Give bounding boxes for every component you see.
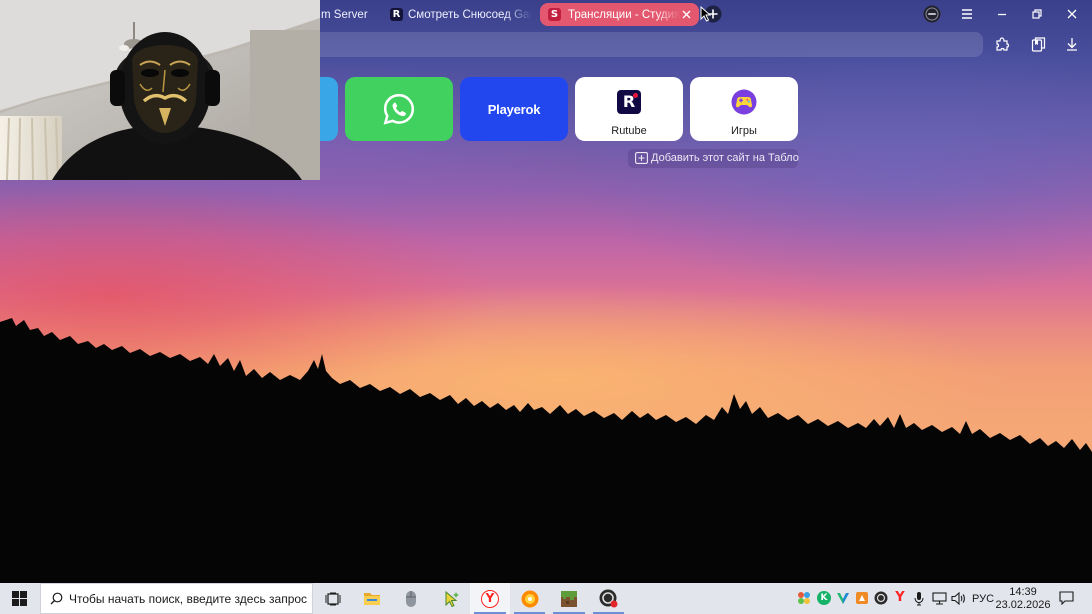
windows-logo-icon xyxy=(12,591,27,606)
tab-close-icon[interactable] xyxy=(677,5,695,23)
search-icon xyxy=(50,592,63,605)
rutube-logo-dot xyxy=(633,93,638,98)
rutube-icon: R xyxy=(390,8,403,21)
whatsapp-icon xyxy=(383,93,415,125)
tab-server-title[interactable]: m Server xyxy=(321,8,381,22)
vpn-icon[interactable] xyxy=(835,590,851,606)
profile-avatar-icon[interactable] xyxy=(923,5,941,23)
webcam-overlay xyxy=(0,0,320,180)
rutube-label: Rutube xyxy=(611,125,647,137)
network-icon[interactable] xyxy=(931,590,947,606)
collections-icon[interactable] xyxy=(1029,35,1047,53)
add-site-label: Добавить этот сайт на Табло xyxy=(651,152,799,164)
tab-studio-title[interactable]: Трансляции - Студия R xyxy=(568,8,680,22)
mouse-cursor xyxy=(700,6,711,22)
clock-date[interactable]: 23.02.2026 xyxy=(995,599,1051,611)
tray-orange-app-icon[interactable] xyxy=(854,590,870,606)
minecraft-icon[interactable] xyxy=(549,583,589,614)
clock-time[interactable]: 14:39 xyxy=(999,586,1047,598)
microphone-icon[interactable] xyxy=(911,590,927,606)
close-icon[interactable] xyxy=(1063,5,1081,23)
music-app-icon[interactable] xyxy=(510,583,549,614)
browser-window: m Server R Смотреть Снюсоед Gami S Транс… xyxy=(0,0,1092,583)
cursor-app-icon[interactable] xyxy=(431,583,470,614)
add-site-to-tablo-button[interactable]: Добавить этот сайт на Табло xyxy=(628,149,799,168)
extensions-icon[interactable] xyxy=(993,35,1011,53)
rutube-studio-icon: S xyxy=(548,8,561,21)
tray-helper-icon[interactable] xyxy=(796,590,812,606)
playerok-label: Playerok xyxy=(487,101,541,117)
mouse-app-icon[interactable] xyxy=(391,583,431,614)
minimize-icon[interactable] xyxy=(993,5,1011,23)
menu-icon[interactable] xyxy=(958,5,976,23)
yandex-tray-icon[interactable]: Y xyxy=(892,590,908,606)
yandex-browser-icon[interactable]: Y xyxy=(470,583,510,614)
notification-icon[interactable] xyxy=(1058,590,1074,606)
taskbar-search-box[interactable] xyxy=(40,583,313,614)
kaspersky-logo: K xyxy=(817,591,831,605)
restore-icon[interactable] xyxy=(1028,5,1046,23)
task-view-icon[interactable] xyxy=(313,583,352,614)
games-icon xyxy=(731,89,757,115)
studio-favicon-letter: S xyxy=(550,9,559,20)
search-input[interactable] xyxy=(69,584,311,613)
file-explorer-icon[interactable] xyxy=(352,583,391,614)
rutube-favicon-letter: R xyxy=(392,9,401,20)
language-indicator[interactable]: РУС xyxy=(969,593,997,605)
yandex-tray-letter: Y xyxy=(895,590,905,605)
volume-icon[interactable] xyxy=(950,590,966,606)
tab-rutube-watch-title[interactable]: Смотреть Снюсоед Gami xyxy=(408,8,532,22)
tablo-tile-whatsapp[interactable] xyxy=(345,77,453,141)
kaspersky-letter: K xyxy=(820,593,828,603)
downloads-icon[interactable] xyxy=(1063,35,1081,53)
tablo-tile-rutube[interactable]: R Rutube xyxy=(575,77,683,141)
yandex-browser-logo: Y xyxy=(481,589,499,608)
tablo-tile-playerok[interactable]: Playerok xyxy=(460,77,568,141)
kaspersky-icon[interactable]: K xyxy=(816,590,832,606)
rutube-logo-icon: R xyxy=(617,90,641,114)
obs-tray-icon[interactable] xyxy=(873,590,889,606)
add-box-icon xyxy=(635,152,648,164)
obs-icon[interactable] xyxy=(589,583,628,614)
yandex-browser-letter: Y xyxy=(485,590,495,605)
games-label: Игры xyxy=(731,125,757,137)
windows-taskbar: Y K Y РУС 14:39 23.02.2026 xyxy=(0,583,1092,614)
tablo-tile-games[interactable]: Игры xyxy=(690,77,798,141)
start-button[interactable] xyxy=(0,583,39,614)
